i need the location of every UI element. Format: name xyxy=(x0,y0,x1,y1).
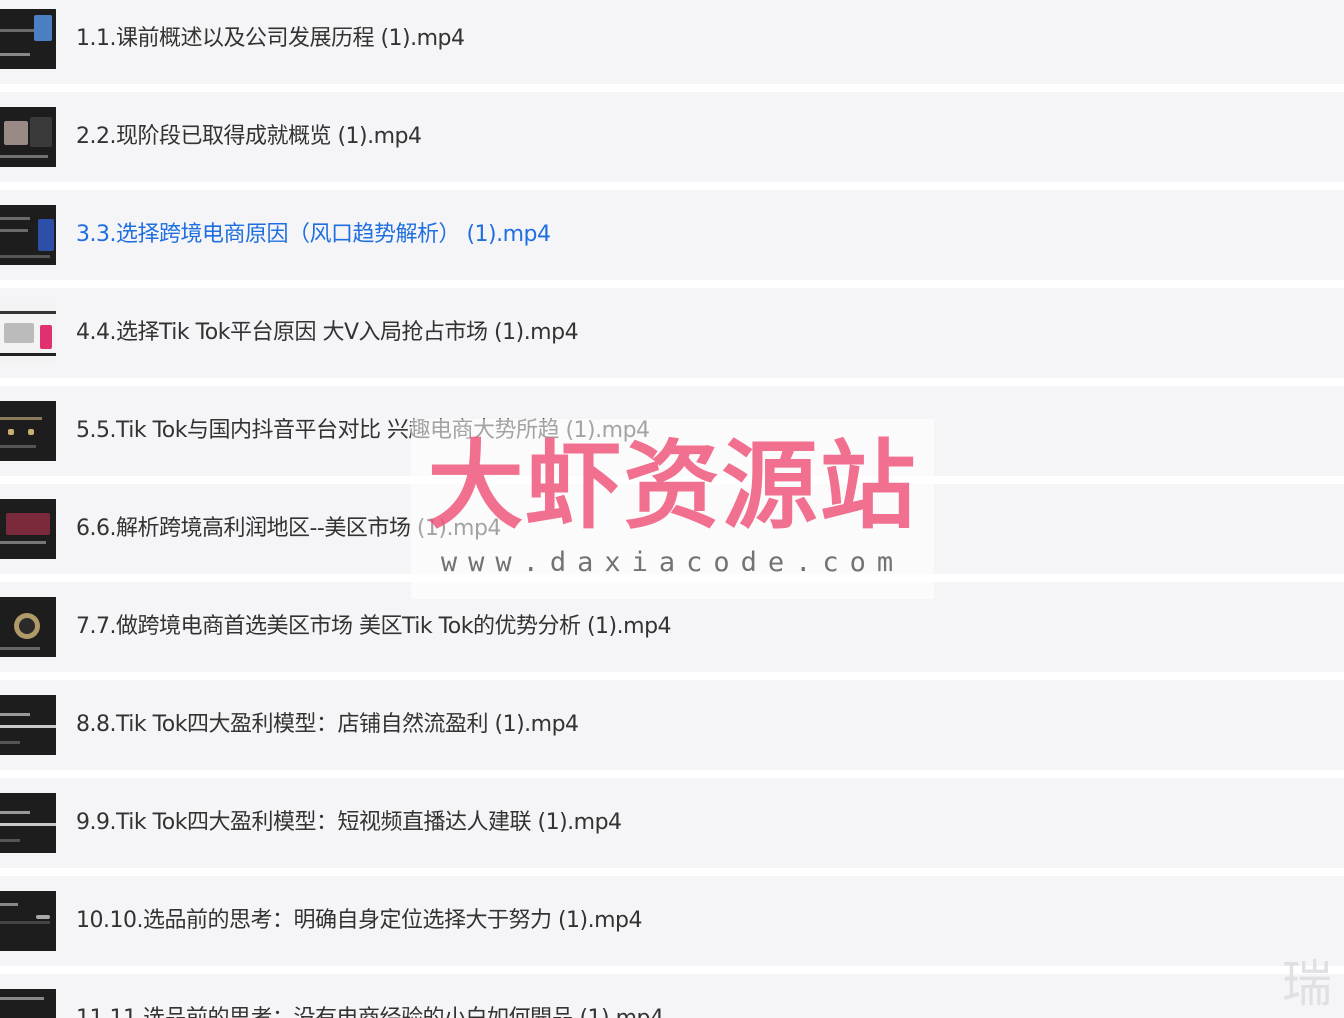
file-name[interactable]: 4.4.选择Tik Tok平台原因 大V入局抢占市场 (1).mp4 xyxy=(76,288,579,378)
file-name[interactable]: 1.1.课前概述以及公司发展历程 (1).mp4 xyxy=(76,0,465,84)
file-row[interactable]: 1.1.课前概述以及公司发展历程 (1).mp4 xyxy=(0,0,1344,92)
watermark-overlay: 大虾资源站 www.daxiacode.com xyxy=(411,419,934,599)
file-row[interactable]: 4.4.选择Tik Tok平台原因 大V入局抢占市场 (1).mp4 xyxy=(0,288,1344,386)
file-name[interactable]: 2.2.现阶段已取得成就概览 (1).mp4 xyxy=(76,92,422,182)
video-thumbnail-icon xyxy=(0,107,56,167)
file-row[interactable]: 2.2.现阶段已取得成就概览 (1).mp4 xyxy=(0,92,1344,190)
watermark-title: 大虾资源站 xyxy=(427,429,918,542)
video-thumbnail-icon xyxy=(0,793,56,853)
video-thumbnail-icon xyxy=(0,205,56,265)
video-thumbnail-icon xyxy=(0,499,56,559)
file-name[interactable]: 9.9.Tik Tok四大盈利模型：短视频直播达人建联 (1).mp4 xyxy=(76,778,622,868)
video-thumbnail-icon xyxy=(0,401,56,461)
file-row[interactable]: 3.3.选择跨境电商原因（风口趋势解析） (1).mp4 xyxy=(0,190,1344,288)
file-row[interactable]: 10.10.选品前的思考：明确自身定位选择大于努力 (1).mp4 xyxy=(0,876,1344,974)
corner-watermark: 瑞 xyxy=(1282,955,1332,1013)
video-thumbnail-icon xyxy=(0,303,56,363)
video-thumbnail-icon xyxy=(0,597,56,657)
file-name[interactable]: 11.11.选品前的思考：没有电商经验的小白如何開品 (1).mp4 xyxy=(76,974,664,1018)
watermark-url: www.daxiacode.com xyxy=(440,547,905,578)
video-thumbnail-icon xyxy=(0,695,56,755)
video-thumbnail-icon xyxy=(0,9,56,69)
file-row[interactable]: 8.8.Tik Tok四大盈利模型：店铺自然流盈利 (1).mp4 xyxy=(0,680,1344,778)
file-name[interactable]: 8.8.Tik Tok四大盈利模型：店铺自然流盈利 (1).mp4 xyxy=(76,680,579,770)
file-name[interactable]: 3.3.选择跨境电商原因（风口趋势解析） (1).mp4 xyxy=(76,190,551,280)
file-row[interactable]: 9.9.Tik Tok四大盈利模型：短视频直播达人建联 (1).mp4 xyxy=(0,778,1344,876)
file-row[interactable]: 11.11.选品前的思考：没有电商经验的小白如何開品 (1).mp4 xyxy=(0,974,1344,1018)
file-name[interactable]: 10.10.选品前的思考：明确自身定位选择大于努力 (1).mp4 xyxy=(76,876,643,966)
video-thumbnail-icon xyxy=(0,989,56,1018)
video-thumbnail-icon xyxy=(0,891,56,951)
